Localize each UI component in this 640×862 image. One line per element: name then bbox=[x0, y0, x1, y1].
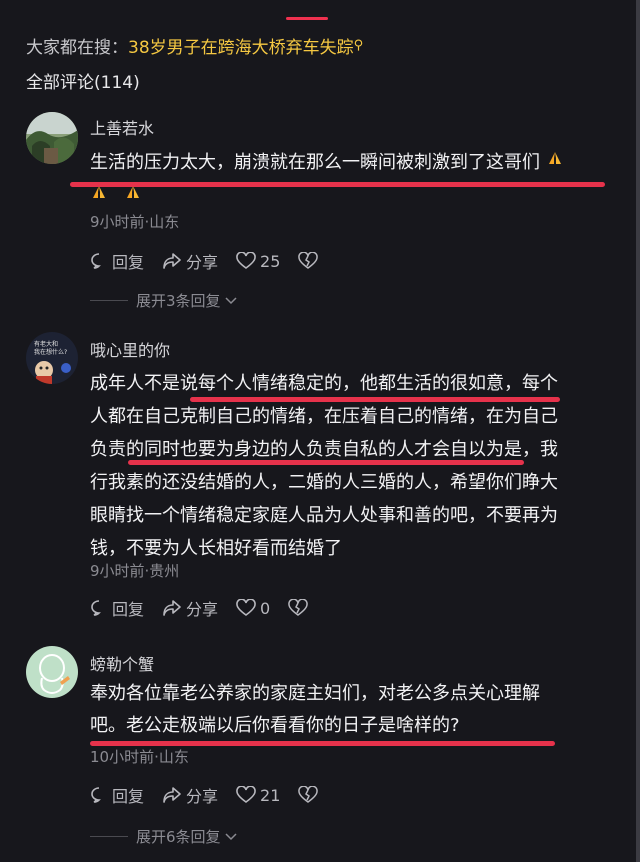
search-suggestion[interactable]: 大家都在搜：38岁男子在跨海大桥弃车失踪⚲ bbox=[26, 36, 363, 62]
reply-button[interactable]: 回复 bbox=[90, 249, 144, 273]
broken-heart-icon bbox=[298, 252, 319, 269]
search-term-link[interactable]: 38岁男子在跨海大桥弃车失踪 bbox=[128, 38, 354, 58]
comment-meta: 9小时前·贵州 bbox=[90, 562, 180, 580]
highlight-underline bbox=[128, 460, 524, 465]
chevron-down-icon bbox=[225, 832, 237, 840]
heart-icon bbox=[236, 786, 256, 803]
comment-meta: 9小时前·山东 bbox=[90, 213, 180, 231]
tab-indicator bbox=[286, 17, 328, 20]
share-icon bbox=[163, 600, 181, 616]
comment-actions: 回复 分享 0 bbox=[90, 595, 330, 621]
comment-item: 有老大和 我在想什么? 哦心里的你 成年人不是说每个人情绪稳定的，他都生活的很如… bbox=[0, 330, 620, 630]
heart-icon bbox=[236, 599, 256, 616]
dislike-button[interactable] bbox=[288, 599, 312, 617]
like-button[interactable]: 0 bbox=[236, 599, 270, 618]
share-icon bbox=[163, 787, 181, 803]
scrollbar[interactable] bbox=[636, 0, 640, 862]
username[interactable]: 上善若水 bbox=[90, 115, 154, 139]
search-icon: ⚲ bbox=[353, 38, 364, 53]
dislike-button[interactable] bbox=[298, 786, 322, 804]
expand-replies-button[interactable]: 展开6条回复 bbox=[90, 826, 238, 847]
comment-actions: 回复 分享 25 bbox=[90, 248, 340, 274]
share-button[interactable]: 分享 bbox=[162, 596, 218, 620]
username[interactable]: 螃勒个蟹 bbox=[90, 651, 154, 675]
share-button[interactable]: 分享 bbox=[162, 783, 218, 807]
reply-button[interactable]: 回复 bbox=[90, 596, 144, 620]
search-prefix: 大家都在搜： bbox=[26, 38, 128, 58]
comment-item: 上善若水 生活的压力太大，崩溃就在那么一瞬间被刺激到了这哥们 9小时前·山东 回… bbox=[0, 108, 620, 318]
comment-item: 螃勒个蟹 奉劝各位靠老公养家的家庭主妇们，对老公多点关心理解 吧。老公走极端以后… bbox=[0, 644, 620, 854]
comments-title: 全部评论(114) bbox=[26, 73, 140, 93]
like-button[interactable]: 25 bbox=[236, 252, 280, 271]
chevron-down-icon bbox=[225, 296, 237, 304]
share-button[interactable]: 分享 bbox=[162, 249, 218, 273]
like-button[interactable]: 21 bbox=[236, 786, 280, 805]
share-icon bbox=[163, 253, 181, 269]
reply-icon bbox=[91, 253, 101, 269]
broken-heart-icon bbox=[288, 599, 308, 616]
expand-replies-button[interactable]: 展开3条回复 bbox=[90, 290, 238, 311]
avatar[interactable]: 有老大和 我在想什么? bbox=[26, 332, 78, 384]
highlight-underline bbox=[190, 397, 560, 402]
comment-text: 生活的压力太大，崩溃就在那么一瞬间被刺激到了这哥们 bbox=[90, 146, 610, 214]
broken-heart-icon bbox=[298, 786, 319, 803]
comment-meta: 10小时前·山东 bbox=[90, 748, 189, 766]
comment-text: 奉劝各位靠老公养家的家庭主妇们，对老公多点关心理解 吧。老公走极端以后你看看你的… bbox=[90, 683, 540, 736]
svg-text:有老大和: 有老大和 bbox=[34, 340, 58, 348]
reply-button[interactable]: 回复 bbox=[90, 783, 144, 807]
reply-icon bbox=[91, 600, 101, 616]
reply-icon bbox=[91, 787, 101, 803]
comment-actions: 回复 分享 21 bbox=[90, 782, 340, 808]
heart-icon bbox=[236, 252, 256, 269]
dislike-button[interactable] bbox=[298, 252, 322, 270]
avatar[interactable] bbox=[26, 646, 78, 698]
svg-text:我在想什么?: 我在想什么? bbox=[34, 348, 67, 356]
username[interactable]: 哦心里的你 bbox=[90, 337, 170, 361]
avatar[interactable] bbox=[26, 112, 78, 164]
highlight-underline bbox=[70, 182, 605, 187]
pray-emoji-icon bbox=[548, 152, 561, 164]
